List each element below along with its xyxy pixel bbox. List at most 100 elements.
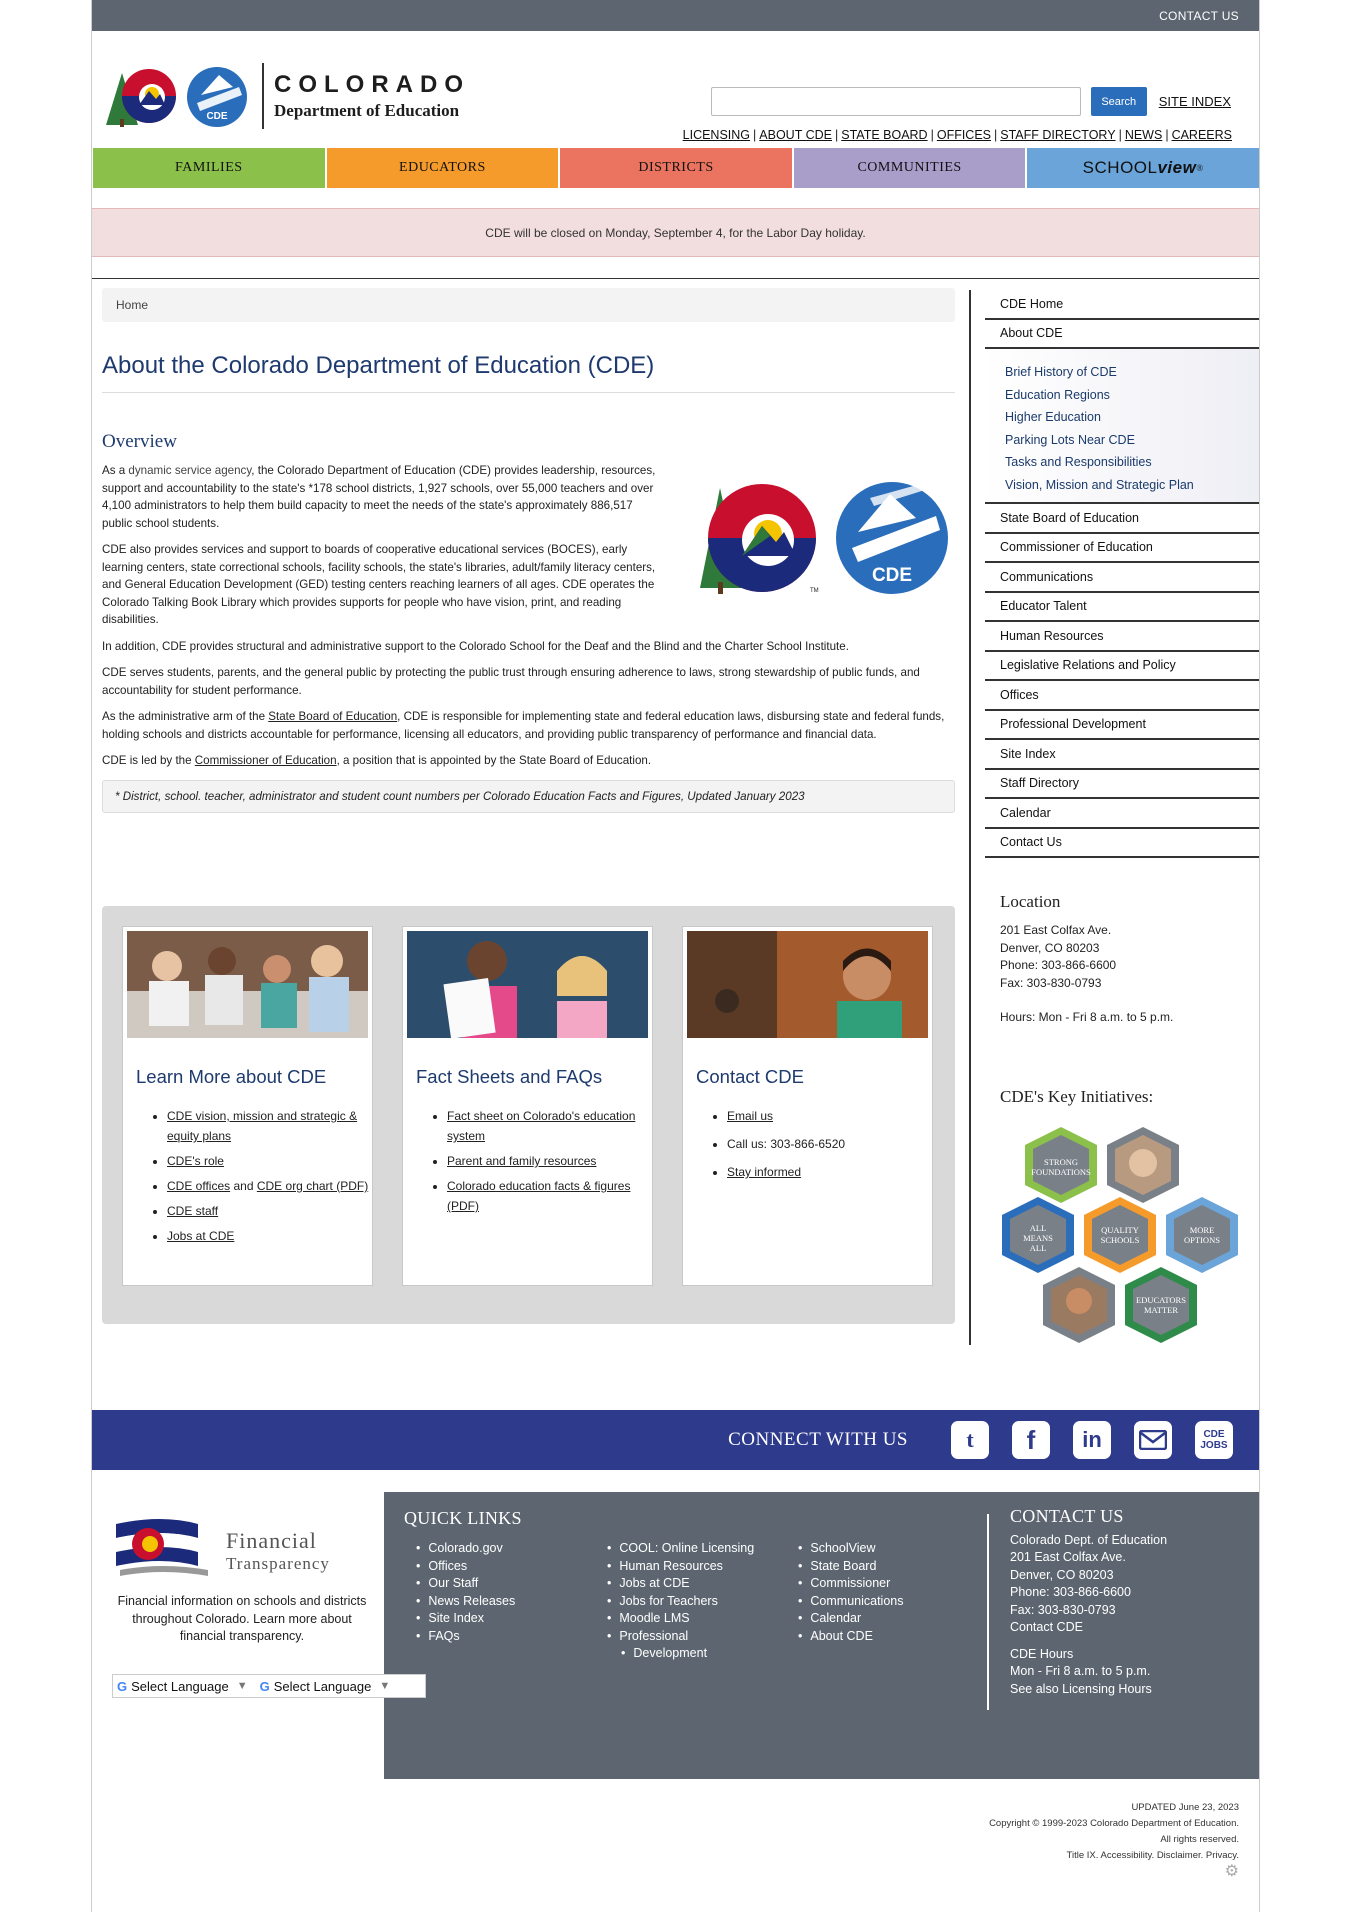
site-footer: Financial Transparency Financial informa… bbox=[92, 1492, 1259, 1779]
footer-address-1: 201 East Colfax Ave. bbox=[1010, 1550, 1126, 1564]
ql-moodle[interactable]: Moodle LMS bbox=[607, 1610, 754, 1628]
careers-link[interactable]: CAREERS bbox=[1172, 128, 1232, 142]
jobs-at-cde-link[interactable]: Jobs at CDE bbox=[167, 1229, 234, 1243]
fact-sheet-link[interactable]: Fact sheet on Colorado's education syste… bbox=[447, 1109, 635, 1143]
facts-figures-link[interactable]: Colorado Education Facts and Figures bbox=[483, 790, 681, 803]
sidebar-item-contact[interactable]: Contact Us bbox=[985, 829, 1259, 858]
ql-jobs-cde[interactable]: Jobs at CDE bbox=[607, 1575, 754, 1593]
ql-communications[interactable]: Communications bbox=[798, 1593, 903, 1611]
facebook-icon[interactable]: f bbox=[1012, 1421, 1050, 1459]
sidebar-sub-tasks[interactable]: Tasks and Responsibilities bbox=[1005, 451, 1259, 474]
card-title-fact-sheets: Fact Sheets and FAQs bbox=[416, 1066, 603, 1087]
sidebar-item-calendar[interactable]: Calendar bbox=[985, 799, 1259, 829]
ql-news-releases[interactable]: News Releases bbox=[416, 1593, 515, 1611]
sidebar-sub-parking[interactable]: Parking Lots Near CDE bbox=[1005, 429, 1259, 452]
ft-word-transparency: Transparency bbox=[226, 1554, 330, 1573]
vision-mission-link[interactable]: CDE vision, mission and strategic & equi… bbox=[167, 1109, 357, 1143]
sidebar-item-communications[interactable]: Communications bbox=[985, 563, 1259, 593]
ql-colorado-gov[interactable]: Colorado.gov bbox=[416, 1540, 515, 1558]
sidebar-item-educator-talent[interactable]: Educator Talent bbox=[985, 593, 1259, 622]
gear-icon[interactable]: ⚙ bbox=[989, 1864, 1239, 1880]
ql-hr[interactable]: Human Resources bbox=[607, 1558, 754, 1576]
sidebar-sub-vision[interactable]: Vision, Mission and Strategic Plan bbox=[1005, 474, 1259, 497]
offices-link[interactable]: OFFICES bbox=[937, 128, 991, 142]
title-ix-link[interactable]: Title IX bbox=[1067, 1850, 1096, 1861]
search-input[interactable] bbox=[710, 87, 1081, 116]
sidebar-item-site-index[interactable]: Site Index bbox=[985, 740, 1259, 770]
sidebar-item-staff-directory[interactable]: Staff Directory bbox=[985, 770, 1259, 799]
sidebar-sub-regions[interactable]: Education Regions bbox=[1005, 384, 1259, 407]
org-chart-link[interactable]: CDE org chart (PDF) bbox=[257, 1179, 368, 1193]
contact-us-link[interactable]: CONTACT US bbox=[1159, 9, 1239, 23]
ql-pd-cont[interactable]: Development bbox=[607, 1645, 754, 1663]
select-language-2[interactable]: Select Language bbox=[274, 1679, 372, 1694]
privacy-link[interactable]: Privacy bbox=[1206, 1850, 1236, 1861]
about-cde-link[interactable]: ABOUT CDE bbox=[759, 128, 832, 142]
accessibility-link[interactable]: Accessibility bbox=[1101, 1850, 1152, 1861]
state-board-link[interactable]: STATE BOARD bbox=[841, 128, 927, 142]
sidebar-sub-higher-ed[interactable]: Higher Education bbox=[1005, 406, 1259, 429]
sidebar-item-cde-home[interactable]: CDE Home bbox=[985, 290, 1259, 320]
call-us-text: Call us: 303-866-6520 bbox=[727, 1137, 846, 1151]
state-board-inline-link[interactable]: State Board of Education bbox=[268, 710, 397, 723]
svg-text:QUALITY: QUALITY bbox=[1101, 1225, 1139, 1235]
breadcrumb-home[interactable]: Home bbox=[116, 298, 148, 312]
ql-calendar[interactable]: Calendar bbox=[798, 1610, 903, 1628]
footer-contact-link[interactable]: Contact CDE bbox=[1010, 1620, 1083, 1634]
news-link[interactable]: NEWS bbox=[1125, 128, 1163, 142]
sidebar-item-offices[interactable]: Offices bbox=[985, 681, 1259, 711]
ql-schoolview[interactable]: SchoolView bbox=[798, 1540, 903, 1558]
nav-communities[interactable]: COMMUNITIES bbox=[793, 148, 1028, 188]
footer-fax: Fax: 303-830-0793 bbox=[1010, 1602, 1116, 1617]
nav-districts[interactable]: DISTRICTS bbox=[560, 148, 794, 188]
stay-informed-link[interactable]: Stay informed bbox=[727, 1165, 801, 1179]
copyright: Copyright © 1999-2023 Colorado Departmen… bbox=[989, 1818, 1239, 1829]
financial-transparency-text: Financial information on schools and dis… bbox=[117, 1594, 367, 1643]
licensing-link[interactable]: LICENSING bbox=[683, 128, 750, 142]
sidebar-item-pd[interactable]: Professional Development bbox=[985, 711, 1259, 740]
ql-faqs[interactable]: FAQs bbox=[416, 1628, 515, 1646]
nav-families[interactable]: FAMILIES bbox=[93, 148, 327, 188]
ql-cool[interactable]: COOL: Online Licensing bbox=[607, 1540, 754, 1558]
parent-resources-link[interactable]: Parent and family resources bbox=[447, 1154, 596, 1168]
ql-jobs-teachers[interactable]: Jobs for Teachers bbox=[607, 1593, 754, 1611]
ql-offices[interactable]: Offices bbox=[416, 1558, 515, 1576]
facts-figures-pdf-link[interactable]: Colorado education facts & figures (PDF) bbox=[447, 1179, 630, 1213]
quick-links-col-3: SchoolView State Board Commissioner Comm… bbox=[798, 1540, 903, 1645]
ql-pd[interactable]: Professional bbox=[607, 1628, 754, 1646]
search-button[interactable]: Search bbox=[1090, 87, 1147, 116]
twitter-icon[interactable]: t bbox=[951, 1421, 989, 1459]
cde-staff-link[interactable]: CDE staff bbox=[167, 1204, 218, 1218]
select-language-1[interactable]: Select Language bbox=[131, 1679, 229, 1694]
email-us-link[interactable]: Email us bbox=[727, 1109, 773, 1123]
financial-transparency-logo[interactable]: Financial Transparency bbox=[112, 1514, 329, 1598]
licensing-hours-link[interactable]: Licensing Hours bbox=[1062, 1682, 1152, 1696]
ql-our-staff[interactable]: Our Staff bbox=[416, 1575, 515, 1593]
staff-directory-link[interactable]: STAFF DIRECTORY bbox=[1000, 128, 1115, 142]
cde-offices-link[interactable]: CDE offices bbox=[167, 1179, 230, 1193]
cde-role-link[interactable]: CDE's role bbox=[167, 1154, 224, 1168]
site-index-link[interactable]: SITE INDEX bbox=[1159, 94, 1231, 109]
paragraph-3: In addition, CDE provides structural and… bbox=[102, 639, 849, 653]
ql-about-cde[interactable]: About CDE bbox=[798, 1628, 903, 1646]
cde-jobs-icon[interactable]: CDE JOBS bbox=[1195, 1421, 1233, 1459]
dynamic-service-agency-link[interactable]: dynamic service agency bbox=[128, 464, 251, 477]
email-icon[interactable] bbox=[1134, 1421, 1172, 1459]
sidebar-sub-history[interactable]: Brief History of CDE bbox=[1005, 361, 1259, 384]
sidebar-item-hr[interactable]: Human Resources bbox=[985, 622, 1259, 652]
nav-schoolview[interactable]: SCHOOL view ® bbox=[1027, 148, 1259, 188]
nav-educators[interactable]: EDUCATORS bbox=[326, 148, 561, 188]
linkedin-icon[interactable]: in bbox=[1073, 1421, 1111, 1459]
sidebar-item-state-board[interactable]: State Board of Education bbox=[985, 504, 1259, 534]
cde-logo[interactable]: CDE COLORADO Department of Education bbox=[102, 61, 470, 131]
ql-site-index[interactable]: Site Index bbox=[416, 1610, 515, 1628]
sidebar-item-commissioner[interactable]: Commissioner of Education bbox=[985, 534, 1259, 563]
ql-state-board[interactable]: State Board bbox=[798, 1558, 903, 1576]
disclaimer-link[interactable]: Disclaimer bbox=[1157, 1850, 1201, 1861]
key-initiatives-hex-graphic[interactable]: STRONGFOUNDATIONS ALLMEANSALL QUALITYSCH… bbox=[997, 1125, 1247, 1355]
sidebar-item-about[interactable]: About CDE bbox=[985, 320, 1259, 349]
sidebar-item-legislative[interactable]: Legislative Relations and Policy bbox=[985, 652, 1259, 681]
commissioner-inline-link[interactable]: Commissioner of Education bbox=[195, 754, 337, 767]
language-selector[interactable]: G Select Language ▼ G Select Language ▼ bbox=[112, 1674, 426, 1698]
ql-commissioner[interactable]: Commissioner bbox=[798, 1575, 903, 1593]
